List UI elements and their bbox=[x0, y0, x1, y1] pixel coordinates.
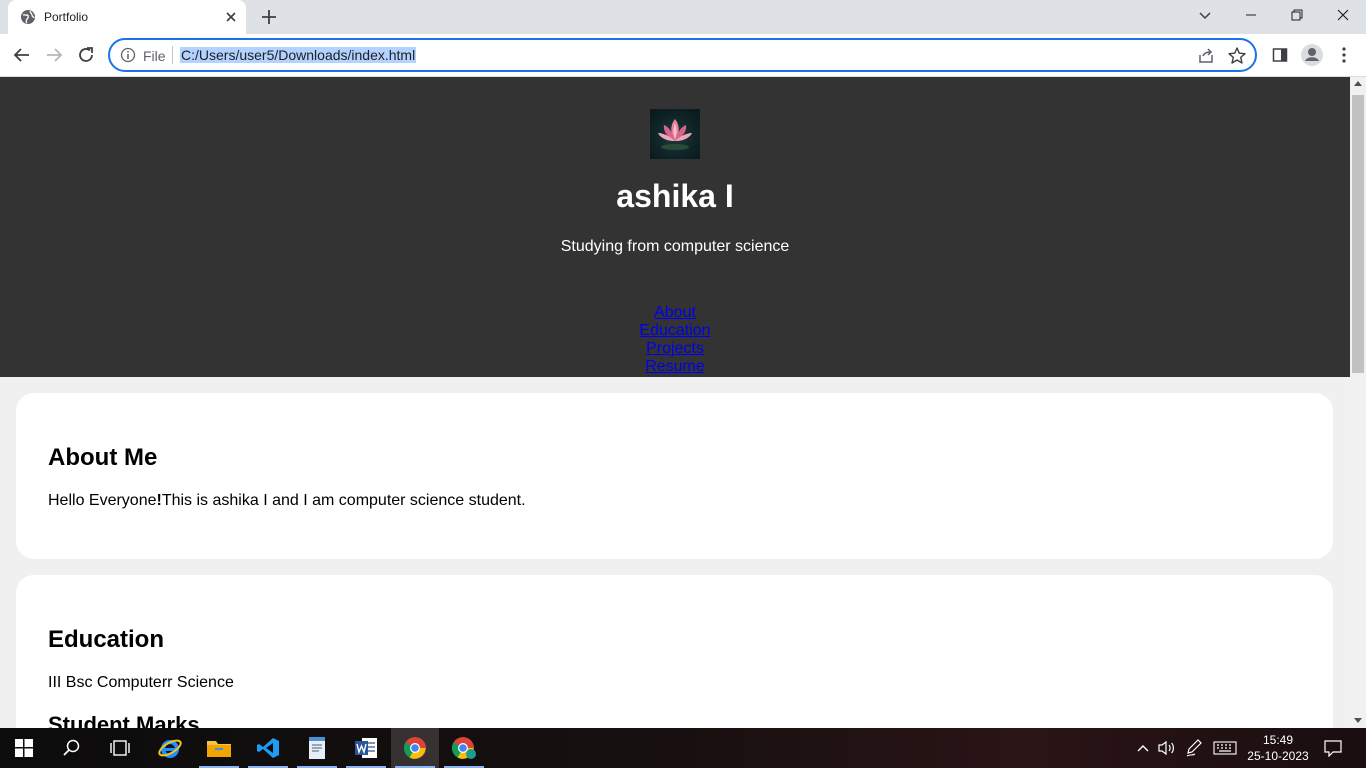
taskbar-edge[interactable] bbox=[146, 728, 194, 768]
restore-icon bbox=[1291, 9, 1303, 21]
chevron-down-icon bbox=[1199, 12, 1211, 20]
show-hidden-icons-button[interactable] bbox=[1134, 738, 1152, 758]
tab-search-button[interactable] bbox=[1182, 0, 1228, 30]
education-degree: III Bsc Computerr Science bbox=[48, 674, 234, 691]
arrow-right-icon bbox=[47, 48, 63, 62]
about-text-prefix: Hello Everyone bbox=[48, 492, 157, 509]
taskbar-file-explorer[interactable] bbox=[195, 728, 243, 768]
system-clock[interactable]: 15:49 25-10-2023 bbox=[1240, 732, 1316, 764]
search-button[interactable] bbox=[48, 728, 96, 768]
start-button[interactable] bbox=[0, 728, 48, 768]
about-heading: About Me bbox=[48, 444, 158, 471]
chrome-profile-icon bbox=[452, 737, 476, 759]
taskbar-chrome-profile[interactable] bbox=[440, 728, 488, 768]
education-section: Education III Bsc Computerr Science Stud… bbox=[16, 575, 1333, 728]
taskbar-word[interactable] bbox=[342, 728, 390, 768]
task-view-button[interactable] bbox=[96, 728, 144, 768]
address-bar[interactable]: File C:/Users/user5/Downloads/index.html bbox=[108, 38, 1257, 72]
bookmark-star-icon[interactable] bbox=[1227, 46, 1247, 66]
browser-toolbar: File C:/Users/user5/Downloads/index.html bbox=[0, 34, 1366, 77]
task-view-icon bbox=[110, 740, 130, 756]
more-vert-icon bbox=[1342, 47, 1346, 63]
page-scrollbar[interactable] bbox=[1350, 77, 1366, 728]
lotus-image bbox=[658, 119, 692, 150]
share-icon[interactable] bbox=[1197, 47, 1215, 65]
chevron-up-icon bbox=[1137, 745, 1149, 752]
avatar-icon bbox=[1301, 44, 1323, 66]
tab-title: Portfolio bbox=[44, 10, 89, 24]
nav-link-projects[interactable]: Projects bbox=[646, 340, 704, 358]
forward-button[interactable] bbox=[41, 42, 67, 68]
student-marks-heading: Student Marks bbox=[48, 712, 200, 728]
about-text: Hello Everyone!This is ashika I and I am… bbox=[48, 492, 526, 510]
tab-strip: Portfolio bbox=[0, 0, 1366, 34]
taskbar: 15:49 25-10-2023 bbox=[0, 728, 1366, 768]
reload-button[interactable] bbox=[73, 42, 99, 68]
minimize-button[interactable] bbox=[1228, 0, 1274, 30]
scheme-label: File bbox=[143, 48, 166, 64]
clock-time: 15:49 bbox=[1262, 733, 1294, 747]
document-icon bbox=[309, 737, 325, 759]
keyboard-button[interactable] bbox=[1212, 738, 1238, 758]
menu-button[interactable] bbox=[1331, 42, 1357, 68]
folder-icon bbox=[207, 741, 231, 757]
info-icon[interactable] bbox=[120, 47, 136, 63]
omnibox-divider bbox=[172, 46, 173, 64]
reload-icon bbox=[79, 47, 93, 62]
about-text-suffix: This is ashika I and I am computer scien… bbox=[161, 492, 526, 509]
site-tagline: Studying from computer science bbox=[560, 238, 790, 255]
restore-button[interactable] bbox=[1274, 0, 1320, 30]
close-icon bbox=[1337, 9, 1349, 21]
taskbar-chrome[interactable] bbox=[391, 728, 439, 768]
scroll-down-arrow-icon[interactable] bbox=[1354, 718, 1362, 723]
speaker-icon bbox=[1158, 740, 1174, 756]
clock-date: 25-10-2023 bbox=[1247, 749, 1309, 763]
minimize-icon bbox=[1246, 14, 1256, 16]
taskbar-vscode[interactable] bbox=[244, 728, 292, 768]
pen-button[interactable] bbox=[1184, 738, 1204, 758]
globe-icon bbox=[21, 10, 35, 24]
internet-explorer-icon bbox=[158, 739, 182, 758]
close-window-button[interactable] bbox=[1320, 0, 1366, 30]
education-heading: Education bbox=[48, 626, 165, 653]
back-button[interactable] bbox=[9, 42, 35, 68]
site-nav: About Education Projects Resume bbox=[0, 304, 1350, 376]
arrow-left-icon bbox=[13, 48, 29, 62]
profile-image bbox=[650, 109, 700, 159]
nav-link-education[interactable]: Education bbox=[639, 322, 710, 340]
site-name: ashika I bbox=[616, 178, 734, 214]
scroll-up-arrow-icon[interactable] bbox=[1354, 81, 1362, 86]
notifications-button[interactable] bbox=[1322, 738, 1344, 758]
search-icon bbox=[63, 739, 80, 756]
pen-icon bbox=[1186, 739, 1202, 757]
tab-portfolio[interactable]: Portfolio bbox=[8, 0, 246, 34]
page-viewport: ashika I Studying from computer science … bbox=[0, 77, 1350, 728]
notification-icon bbox=[1324, 740, 1342, 757]
new-tab-icon[interactable] bbox=[259, 7, 279, 27]
url-text[interactable]: C:/Users/user5/Downloads/index.html bbox=[180, 47, 417, 63]
side-panel-icon bbox=[1272, 48, 1288, 62]
word-icon bbox=[355, 738, 377, 758]
side-panel-button[interactable] bbox=[1267, 42, 1293, 68]
profile-button[interactable] bbox=[1299, 42, 1325, 68]
close-tab-icon[interactable] bbox=[222, 8, 240, 26]
nav-link-about[interactable]: About bbox=[654, 304, 696, 322]
nav-link-resume[interactable]: Resume bbox=[645, 358, 705, 376]
about-section: About Me Hello Everyone!This is ashika I… bbox=[16, 393, 1333, 559]
site-header: ashika I Studying from computer science … bbox=[0, 77, 1350, 377]
keyboard-icon bbox=[1213, 741, 1237, 755]
taskbar-notepad[interactable] bbox=[293, 728, 341, 768]
chrome-icon bbox=[404, 737, 426, 759]
vscode-icon bbox=[257, 738, 279, 758]
windows-logo-icon bbox=[15, 739, 33, 757]
volume-button[interactable] bbox=[1156, 738, 1178, 758]
scroll-thumb[interactable] bbox=[1352, 95, 1364, 373]
